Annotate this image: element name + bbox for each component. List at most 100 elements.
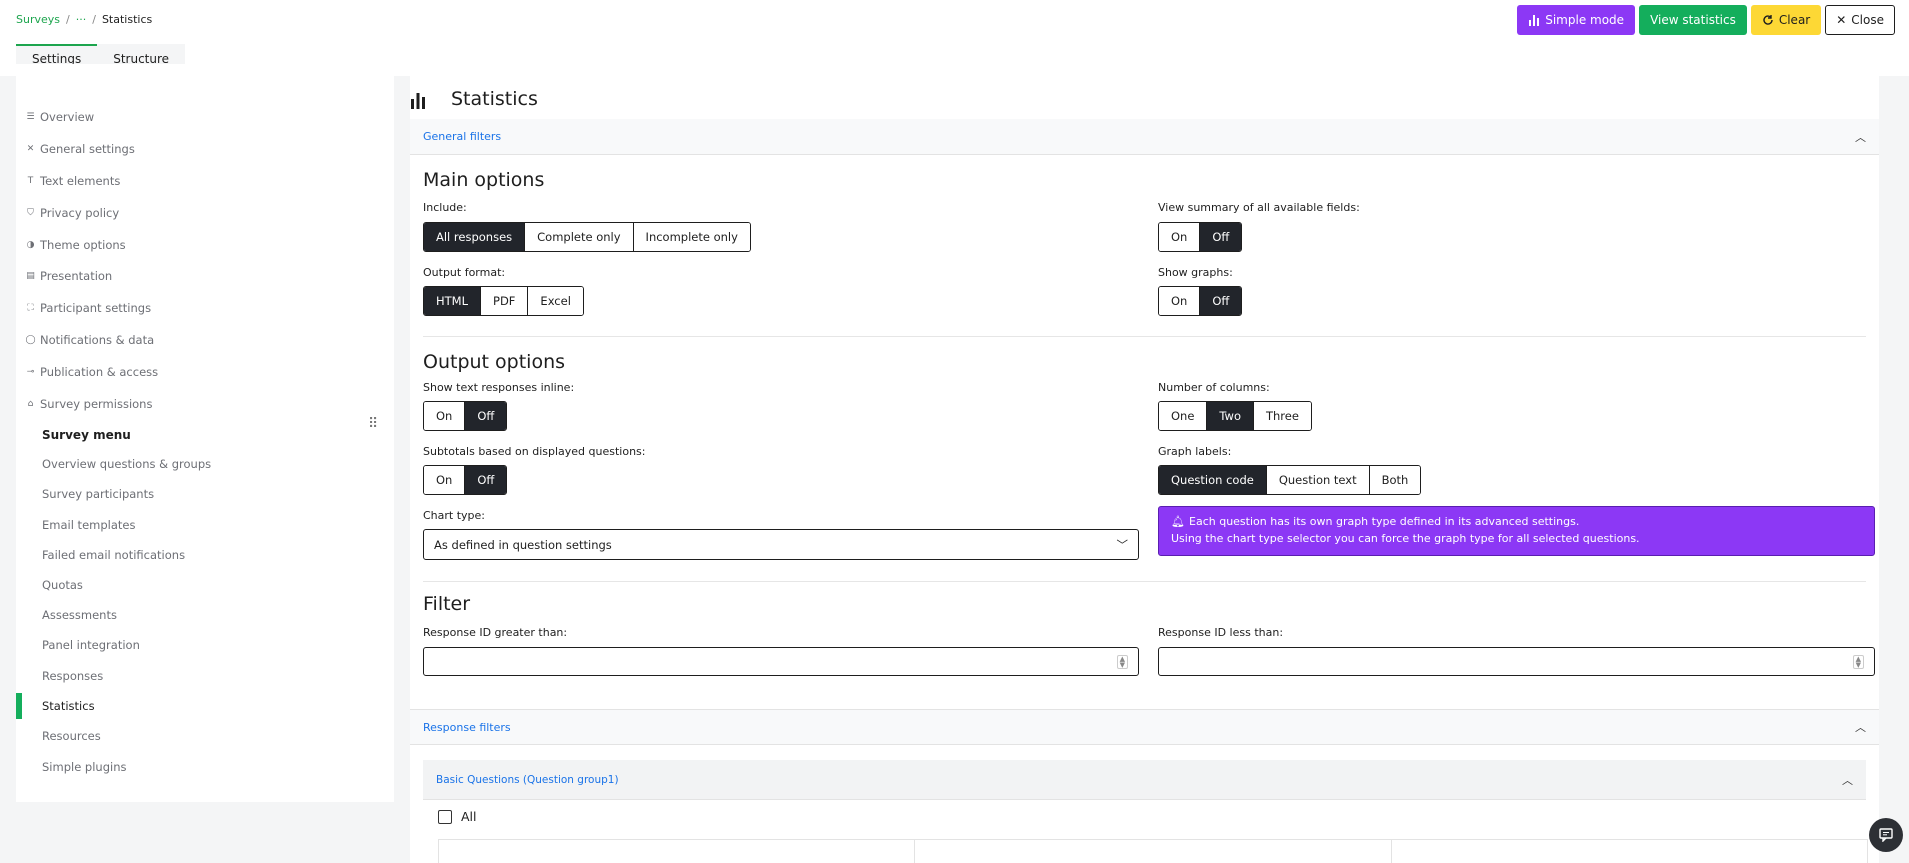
menu-item-quotas[interactable]: Quotas: [42, 575, 83, 595]
menu-item-simple-plugins[interactable]: Simple plugins: [42, 757, 126, 777]
sidebar-item-publication[interactable]: ⊸ Publication & access: [26, 362, 158, 382]
chevron-up-icon: ︿: [1842, 773, 1853, 787]
response-filters-header[interactable]: Response filters ︿: [410, 709, 1879, 745]
response-id-greater-input[interactable]: ▲ ▼: [423, 647, 1139, 676]
general-filters-label: General filters: [423, 130, 502, 143]
simple-mode-button[interactable]: Simple mode: [1517, 5, 1636, 35]
output-format-pdf[interactable]: PDF: [480, 287, 528, 315]
view-summary-on[interactable]: On: [1159, 223, 1200, 251]
alert-line-1: Each question has its own graph type def…: [1189, 515, 1580, 528]
menu-item-panel-integration[interactable]: Panel integration: [42, 635, 140, 655]
graph-labels-question-code[interactable]: Question code: [1159, 466, 1266, 494]
shield-icon: ⛉: [27, 208, 34, 218]
output-format-segmented: HTML PDF Excel: [423, 286, 584, 316]
subtotals-toggle: On Off: [423, 465, 508, 495]
graph-labels-label: Graph labels:: [1158, 445, 1232, 458]
statistics-icon: [411, 93, 425, 109]
include-complete-only[interactable]: Complete only: [524, 223, 633, 251]
sidebar-item-notifications[interactable]: ◯ Notifications & data: [25, 330, 155, 350]
menu-item-statistics[interactable]: Statistics: [42, 696, 95, 716]
num-columns-segmented: One Two Three: [1158, 401, 1312, 431]
subtotals-label: Subtotals based on displayed questions:: [423, 445, 646, 458]
sidebar-item-privacy-policy[interactable]: ⛉ Privacy policy: [26, 203, 119, 223]
sidebar-item-label: Participant settings: [40, 301, 152, 315]
page-title: Statistics: [451, 88, 538, 110]
general-filters-header[interactable]: General filters ︿: [410, 119, 1879, 155]
sidebar-item-participant-settings[interactable]: ⛶ Participant settings: [26, 298, 151, 318]
close-button[interactable]: ✕ Close: [1825, 5, 1895, 35]
chart-type-select[interactable]: As defined in question settings ﹀: [423, 529, 1139, 560]
bell-icon: 🔔︎: [1171, 515, 1185, 528]
sidebar-item-text-elements[interactable]: T Text elements: [26, 171, 121, 191]
view-summary-off[interactable]: Off: [1199, 223, 1242, 251]
subtotals-off[interactable]: Off: [464, 466, 507, 494]
users-icon: ⛶: [27, 303, 34, 313]
show-graphs-on[interactable]: On: [1159, 287, 1200, 315]
menu-item-responses[interactable]: Responses: [42, 666, 103, 686]
key-icon: ⊸: [26, 367, 35, 377]
sidebar-item-permissions[interactable]: ⌂ Survey permissions: [26, 394, 153, 414]
include-incomplete-only[interactable]: Incomplete only: [632, 223, 750, 251]
output-format-label: Output format:: [423, 266, 506, 279]
menu-item-email-templates[interactable]: Email templates: [42, 515, 135, 535]
include-segmented: All responses Complete only Incomplete o…: [423, 222, 751, 252]
num-columns-three[interactable]: Three: [1252, 402, 1311, 430]
menu-item-failed-email[interactable]: Failed email notifications: [42, 545, 185, 565]
chevron-up-icon: ︿: [1855, 130, 1866, 144]
select-all-checkbox[interactable]: [438, 809, 452, 824]
view-statistics-button[interactable]: View statistics: [1639, 5, 1747, 35]
sidebar-item-label: Text elements: [40, 174, 121, 188]
num-columns-one[interactable]: One: [1159, 402, 1207, 430]
select-all-label: All: [461, 809, 477, 824]
question-grid-cell: [914, 840, 1390, 863]
chat-help-button[interactable]: [1869, 818, 1903, 852]
num-columns-two[interactable]: Two: [1206, 402, 1253, 430]
clear-label: Clear: [1778, 13, 1811, 27]
response-filters-label: Response filters: [423, 720, 511, 734]
response-id-less-input[interactable]: ▲ ▼: [1158, 647, 1875, 676]
stepper-icon[interactable]: ▲ ▼: [1852, 655, 1864, 669]
filter-title: Filter: [423, 593, 471, 615]
menu-item-assessments[interactable]: Assessments: [42, 605, 117, 625]
stepper-icon[interactable]: ▲ ▼: [1116, 655, 1128, 669]
response-id-greater-label: Response ID greater than:: [423, 626, 568, 639]
chart-type-label: Chart type:: [423, 509, 486, 522]
sidebar-item-label: Presentation: [40, 269, 113, 283]
sidebar-item-label: Notifications & data: [40, 333, 155, 347]
survey-menu-heading: Survey menu: [42, 428, 131, 442]
sidebar-item-overview[interactable]: ☰ Overview: [26, 107, 94, 127]
sidebar-item-theme-options[interactable]: ◑ Theme options: [26, 235, 126, 255]
question-group-label: Basic Questions (Question group1): [436, 773, 619, 786]
graph-labels-segmented: Question code Question text Both: [1158, 465, 1422, 495]
menu-item-resources[interactable]: Resources: [42, 726, 101, 746]
question-grid-cell: [1390, 840, 1867, 863]
breadcrumb-surveys-link[interactable]: Surveys: [16, 13, 60, 26]
section-divider: [423, 336, 1866, 337]
simple-mode-label: Simple mode: [1545, 13, 1625, 27]
show-text-inline-on[interactable]: On: [424, 402, 465, 430]
sidebar-item-general-settings[interactable]: ✕ General settings: [26, 139, 135, 159]
drag-handle-icon[interactable]: ⠿: [368, 416, 378, 432]
show-text-inline-label: Show text responses inline:: [423, 381, 575, 394]
chart-type-value: As defined in question settings: [434, 537, 612, 552]
include-all-responses[interactable]: All responses: [424, 223, 525, 251]
clear-button[interactable]: Clear: [1750, 5, 1822, 35]
subtotals-on[interactable]: On: [424, 466, 465, 494]
menu-item-overview-questions[interactable]: Overview questions & groups: [42, 454, 211, 474]
question-grid-cell: [439, 840, 914, 863]
menu-item-survey-participants[interactable]: Survey participants: [42, 484, 154, 504]
chat-icon: [1879, 828, 1893, 842]
graph-labels-both[interactable]: Both: [1368, 466, 1421, 494]
lock-icon: ⌂: [27, 399, 34, 409]
breadcrumb-ellipsis[interactable]: ···: [76, 13, 87, 26]
palette-icon: ◑: [26, 240, 35, 250]
sidebar-item-presentation[interactable]: ▤ Presentation: [26, 266, 112, 286]
show-text-inline-off[interactable]: Off: [464, 402, 507, 430]
bar-chart-icon: [1529, 15, 1540, 26]
output-format-html[interactable]: HTML: [424, 287, 481, 315]
text-icon: T: [27, 176, 34, 186]
show-graphs-off[interactable]: Off: [1199, 287, 1242, 315]
graph-labels-question-text[interactable]: Question text: [1265, 466, 1369, 494]
question-group-header[interactable]: Basic Questions (Question group1) ︿: [423, 760, 1866, 800]
output-format-excel[interactable]: Excel: [527, 287, 583, 315]
